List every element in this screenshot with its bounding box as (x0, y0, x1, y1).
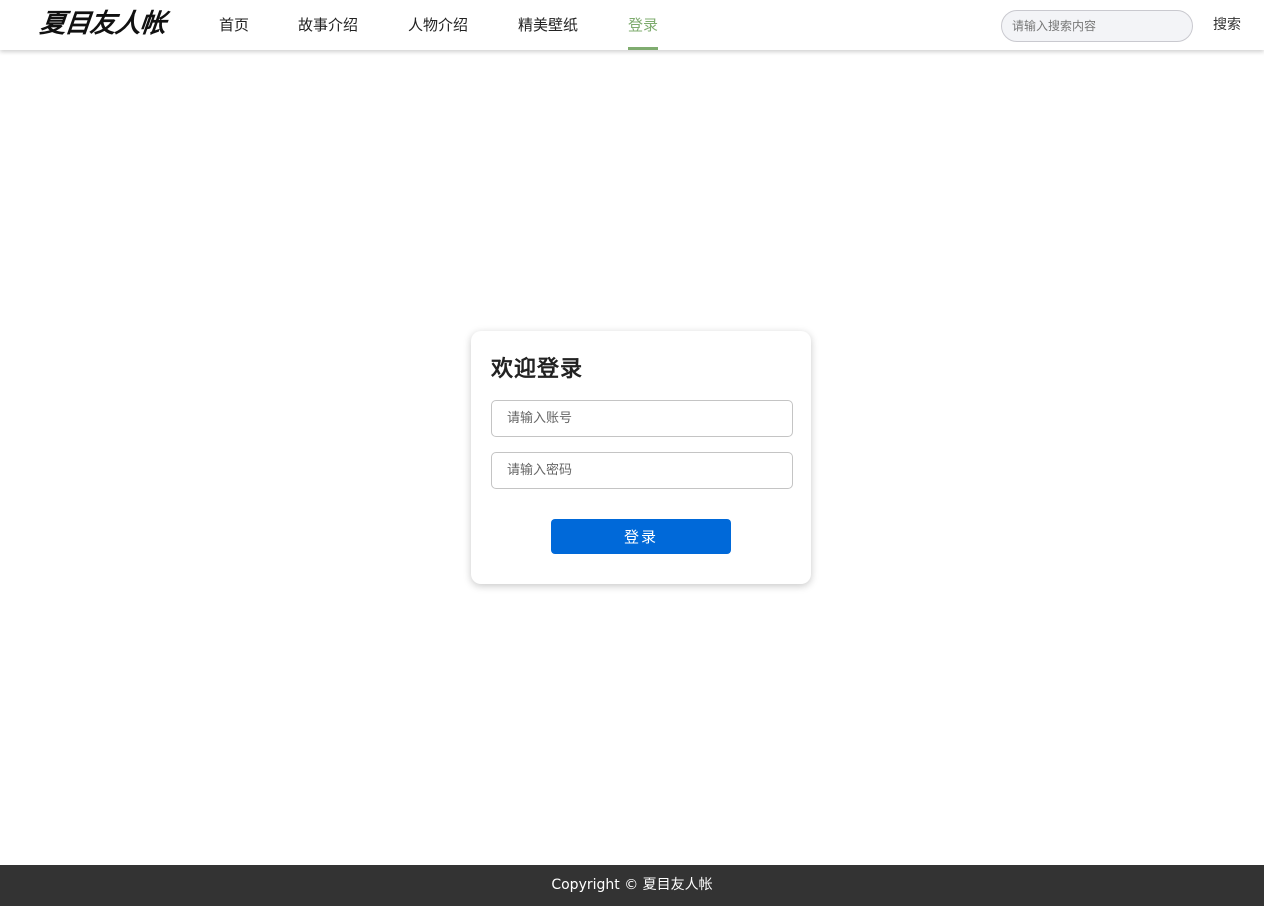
site-logo[interactable]: 夏目友人帐 (38, 6, 167, 42)
nav-item-home[interactable]: 首页 (219, 0, 249, 50)
account-field[interactable] (491, 400, 793, 437)
login-card: 欢迎登录 登录 (471, 331, 811, 584)
copyright-text: Copyright © 夏目友人帐 (551, 877, 713, 893)
search-button[interactable]: 搜索 (1213, 0, 1241, 50)
login-page: 夏目友人帐 首页 故事介绍 人物介绍 精美壁纸 登录 搜索 欢迎登录 登录 Co… (0, 0, 1264, 906)
search-input[interactable] (1001, 10, 1193, 42)
login-submit-button[interactable]: 登录 (551, 519, 731, 554)
footer: Copyright © 夏目友人帐 (0, 865, 1264, 906)
password-field[interactable] (491, 452, 793, 489)
nav-item-wallpapers[interactable]: 精美壁纸 (518, 0, 578, 50)
login-title: 欢迎登录 (491, 357, 584, 382)
top-navbar: 夏目友人帐 首页 故事介绍 人物介绍 精美壁纸 登录 搜索 (0, 0, 1264, 50)
nav-item-characters[interactable]: 人物介绍 (408, 0, 468, 50)
nav-item-story[interactable]: 故事介绍 (298, 0, 358, 50)
nav-item-login[interactable]: 登录 (628, 0, 659, 50)
